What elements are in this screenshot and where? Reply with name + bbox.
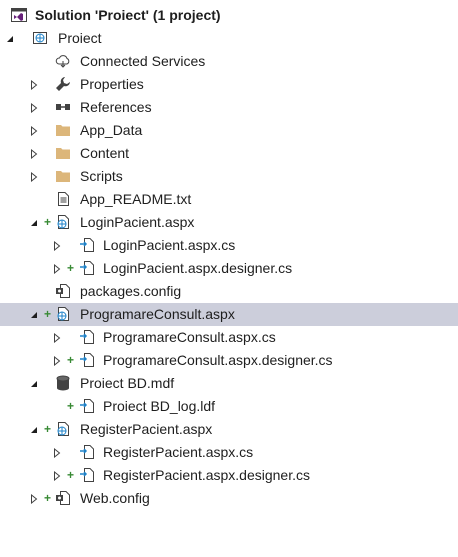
solution-icon bbox=[11, 7, 27, 23]
expanded-arrow-icon[interactable] bbox=[28, 372, 40, 395]
tree-item-loginpacient-aspx-cs[interactable]: LoginPacient.aspx.cs bbox=[0, 234, 458, 257]
added-plus-icon: + bbox=[67, 468, 75, 482]
tree-item-label: RegisterPacient.aspx bbox=[80, 421, 213, 437]
tree-item-label: LoginPacient.aspx.designer.cs bbox=[103, 260, 293, 276]
tree-item-properties[interactable]: Properties bbox=[0, 73, 458, 96]
config-file-icon bbox=[55, 283, 71, 299]
tree-item-label: Connected Services bbox=[80, 53, 206, 69]
folder-icon bbox=[55, 122, 71, 138]
tree-item-label: packages.config bbox=[80, 283, 182, 299]
collapsed-arrow-icon[interactable] bbox=[28, 73, 40, 96]
added-plus-icon: + bbox=[44, 215, 52, 229]
tree-item-label: ProgramareConsult.aspx.cs bbox=[103, 329, 276, 345]
collapsed-arrow-icon[interactable] bbox=[28, 165, 40, 188]
added-plus-icon: + bbox=[44, 307, 52, 321]
expanded-arrow-icon[interactable] bbox=[28, 211, 40, 234]
collapsed-arrow-icon[interactable] bbox=[28, 119, 40, 142]
added-plus-icon: + bbox=[67, 261, 75, 275]
tree-item-label: LoginPacient.aspx bbox=[80, 214, 195, 230]
collapsed-arrow-icon[interactable] bbox=[28, 487, 40, 510]
code-file-icon bbox=[79, 329, 95, 345]
tree-item-programareconsult-aspx-designer-cs[interactable]: + ProgramareConsult.aspx.designer.cs bbox=[0, 349, 458, 372]
collapsed-arrow-icon[interactable] bbox=[51, 257, 63, 280]
tree-item-label: Proiect bbox=[58, 30, 102, 46]
database-icon bbox=[55, 375, 71, 391]
collapsed-arrow-icon[interactable] bbox=[51, 326, 63, 349]
code-file-icon bbox=[79, 237, 95, 253]
tree-item-label: Content bbox=[80, 145, 130, 161]
collapsed-arrow-icon[interactable] bbox=[28, 96, 40, 119]
tree-item-label: App_README.txt bbox=[80, 191, 192, 207]
collapsed-arrow-icon[interactable] bbox=[51, 349, 63, 372]
connected-services-icon bbox=[55, 53, 71, 69]
tree-item-app-data[interactable]: App_Data bbox=[0, 119, 458, 142]
tree-item-project[interactable]: Proiect bbox=[0, 27, 458, 50]
tree-item-registerpacient-aspx-designer-cs[interactable]: + RegisterPacient.aspx.designer.cs bbox=[0, 464, 458, 487]
config-file-icon bbox=[55, 490, 71, 506]
tree-item-references[interactable]: References bbox=[0, 96, 458, 119]
tree-item-web-config[interactable]: + Web.config bbox=[0, 487, 458, 510]
tree-item-loginpacient-aspx[interactable]: + LoginPacient.aspx bbox=[0, 211, 458, 234]
tree-item-label: Scripts bbox=[80, 168, 123, 184]
collapsed-arrow-icon[interactable] bbox=[28, 142, 40, 165]
tree-item-label: LoginPacient.aspx.cs bbox=[103, 237, 236, 253]
references-icon bbox=[55, 99, 71, 115]
tree-item-programareconsult-aspx-cs[interactable]: ProgramareConsult.aspx.cs bbox=[0, 326, 458, 349]
aspx-page-icon bbox=[55, 214, 71, 230]
aspx-page-icon bbox=[55, 306, 71, 322]
expanded-arrow-icon[interactable] bbox=[28, 303, 40, 326]
aspx-page-icon bbox=[55, 421, 71, 437]
tree-item-loginpacient-aspx-designer-cs[interactable]: + LoginPacient.aspx.designer.cs bbox=[0, 257, 458, 280]
code-file-icon bbox=[79, 444, 95, 460]
collapsed-arrow-icon[interactable] bbox=[51, 464, 63, 487]
added-plus-icon: + bbox=[44, 422, 52, 436]
folder-icon bbox=[55, 145, 71, 161]
code-file-icon bbox=[79, 467, 95, 483]
tree-item-app-readme[interactable]: App_README.txt bbox=[0, 188, 458, 211]
tree-item-proiect-bd-log-ldf[interactable]: + Proiect BD_log.ldf bbox=[0, 395, 458, 418]
added-plus-icon: + bbox=[67, 399, 75, 413]
code-file-icon bbox=[79, 260, 95, 276]
collapsed-arrow-icon[interactable] bbox=[51, 234, 63, 257]
expanded-arrow-icon[interactable] bbox=[28, 418, 40, 441]
expanded-arrow-icon[interactable] bbox=[4, 27, 16, 50]
tree-item-label: Properties bbox=[80, 76, 144, 92]
web-project-icon bbox=[32, 30, 48, 46]
tree-item-programareconsult-aspx[interactable]: + ProgramareConsult.aspx bbox=[0, 303, 458, 326]
tree-item-label: App_Data bbox=[80, 122, 143, 138]
tree-item-label: RegisterPacient.aspx.designer.cs bbox=[103, 467, 310, 483]
tree-item-label: RegisterPacient.aspx.cs bbox=[103, 444, 254, 460]
solution-explorer-tree[interactable]: Solution 'Proiect' (1 project) Proiect C… bbox=[0, 4, 458, 510]
added-plus-icon: + bbox=[67, 353, 75, 367]
tree-item-label: ProgramareConsult.aspx bbox=[80, 306, 235, 322]
tree-item-proiect-bd-mdf[interactable]: Proiect BD.mdf bbox=[0, 372, 458, 395]
tree-item-label: ProgramareConsult.aspx.designer.cs bbox=[103, 352, 333, 368]
tree-item-label: Proiect BD_log.ldf bbox=[103, 398, 216, 414]
tree-item-registerpacient-aspx-cs[interactable]: RegisterPacient.aspx.cs bbox=[0, 441, 458, 464]
tree-item-content[interactable]: Content bbox=[0, 142, 458, 165]
code-file-icon bbox=[79, 398, 95, 414]
collapsed-arrow-icon[interactable] bbox=[51, 441, 63, 464]
tree-item-packages-config[interactable]: packages.config bbox=[0, 280, 458, 303]
tree-item-label: Web.config bbox=[80, 490, 150, 506]
tree-item-label: References bbox=[80, 99, 152, 115]
text-file-icon bbox=[55, 191, 71, 207]
wrench-icon bbox=[55, 76, 71, 92]
folder-icon bbox=[55, 168, 71, 184]
tree-item-solution[interactable]: Solution 'Proiect' (1 project) bbox=[0, 4, 458, 27]
tree-item-scripts[interactable]: Scripts bbox=[0, 165, 458, 188]
code-file-icon bbox=[79, 352, 95, 368]
added-plus-icon: + bbox=[44, 491, 52, 505]
tree-item-label: Proiect BD.mdf bbox=[80, 375, 175, 391]
tree-item-registerpacient-aspx[interactable]: + RegisterPacient.aspx bbox=[0, 418, 458, 441]
tree-item-label: Solution 'Proiect' (1 project) bbox=[35, 7, 221, 23]
tree-item-connected-services[interactable]: Connected Services bbox=[0, 50, 458, 73]
